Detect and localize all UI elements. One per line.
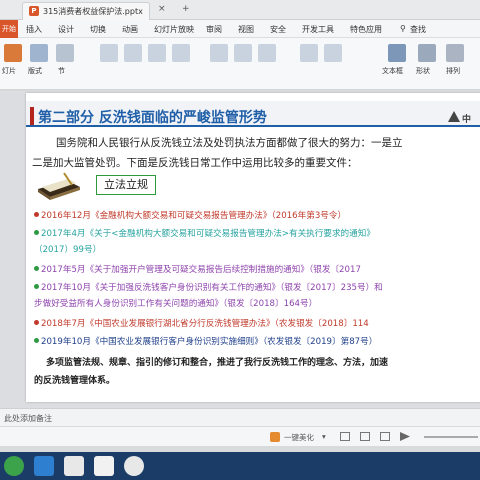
ribbon-toolbar: 灯片 版式 节 文本框 形状 排列 [0, 38, 480, 90]
summary-line-2: 的反洗钱管理体系。 [34, 376, 116, 386]
section-label-lifa: 立法立规 [96, 175, 156, 195]
menu-design[interactable]: 设计 [58, 24, 74, 35]
bird-app-icon[interactable] [34, 456, 54, 476]
align-right-icon[interactable] [258, 44, 276, 62]
doc-text-4: 2017年10月《关于加强反洗钱客户身份识别有关工作的通知》（银发〔2017〕2… [41, 283, 383, 293]
doc-item-2-cont: （2017）99号） [34, 243, 480, 255]
section-icon[interactable] [56, 44, 74, 62]
underline-icon[interactable] [172, 44, 190, 62]
title-bar: P 315消费者权益保护法.pptx × + [0, 0, 480, 20]
doc-text-5: 2018年7月《中国农业发展银行湖北省分行反洗钱管理办法》（农发银发〔2018〕… [41, 319, 369, 329]
menu-bar: 开始 插入 设计 切换 动画 幻灯片放映 审阅 视图 安全 开发工具 特色应用 … [0, 20, 480, 38]
doc-item-3: 2017年5月《关于加强开户管理及可疑交易报告后续控制措施的通知》（银发〔201… [34, 263, 480, 275]
font-icon[interactable] [100, 44, 118, 62]
doc-text-3: 2017年5月《关于加强开户管理及可疑交易报告后续控制措施的通知》（银发〔201… [41, 265, 361, 275]
bold-icon[interactable] [124, 44, 142, 62]
layout-icon[interactable] [30, 44, 48, 62]
slide-title: 第二部分 反洗钱面临的严峻监管形势 [38, 110, 267, 126]
doc-item-4-cont: 步做好受益所有人身份识别工作有关问题的通知》（银发〔2018〕164号） [34, 297, 480, 309]
intro-line-1: 国务院和人民银行从反洗钱立法及处罚执法方面都做了很大的努力：一是立 [56, 137, 403, 149]
bullet-dot-icon [34, 338, 39, 343]
arrange-icon[interactable] [446, 44, 464, 62]
qq-icon[interactable] [124, 456, 144, 476]
bank-logo-icon [448, 111, 460, 122]
menu-security[interactable]: 安全 [270, 24, 286, 35]
reading-view-icon[interactable] [380, 432, 390, 441]
textbox-icon[interactable] [388, 44, 406, 62]
folder-icon[interactable] [64, 456, 84, 476]
ppt-file-icon: P [29, 6, 39, 16]
menu-transition[interactable]: 切换 [90, 24, 106, 35]
align-center-icon[interactable] [234, 44, 252, 62]
bullet-dot-icon [34, 230, 39, 235]
doc-text-4-cont: 步做好受益所有人身份识别工作有关问题的通知》（银发〔2018〕164号） [34, 299, 318, 309]
menu-view[interactable]: 视图 [238, 24, 254, 35]
shape-icon[interactable] [418, 44, 436, 62]
doc-item-5: 2018年7月《中国农业发展银行湖北省分行反洗钱管理办法》（农发银发〔2018〕… [34, 317, 480, 329]
summary-line-1: 多项监管法规、规章、指引的修订和整合，推进了我行反洗钱工作的理念、方法，加速 [46, 358, 389, 368]
notes-pane[interactable]: 此处添加备注 [0, 408, 480, 426]
toolbar-label-arrange: 排列 [446, 67, 460, 75]
start-icon[interactable] [4, 456, 24, 476]
bullet-dot-icon [34, 320, 39, 325]
play-icon[interactable] [400, 432, 410, 441]
beautify-icon[interactable] [270, 432, 280, 442]
doc-item-4: 2017年10月《关于加强反洗钱客户身份识别有关工作的通知》（银发〔2017〕2… [34, 281, 480, 293]
menu-review[interactable]: 审阅 [206, 24, 222, 35]
slide-canvas[interactable]: 第二部分 反洗钱面临的严峻监管形势 中 国务院和人民银行从反洗钱立法及处罚执法方… [26, 93, 480, 402]
doc-text-6: 2019年10月《中国农业发展银行客户身份识别实施细则》（农发银发〔2019〕第… [41, 337, 378, 347]
status-bar: 一键美化 ▾ [0, 426, 480, 446]
title-accent-bar [30, 107, 34, 125]
new-tab-icon[interactable]: + [182, 4, 190, 14]
align-left-icon[interactable] [210, 44, 228, 62]
toolbar-label-shape: 形状 [416, 67, 430, 75]
normal-view-icon[interactable] [340, 432, 350, 441]
menu-search[interactable]: 查找 [410, 24, 426, 35]
list-icon[interactable] [300, 44, 318, 62]
document-icon[interactable] [94, 456, 114, 476]
search-icon[interactable]: ⚲ [400, 24, 406, 33]
doc-item-1: 2016年12月《金融机构大额交易和可疑交易报告管理办法》（2016年第3号令） [34, 209, 480, 221]
intro-line-2: 二是加大监管处罚。下面是反洗钱日常工作中运用比较多的重要文件： [32, 157, 358, 169]
taskbar [0, 452, 480, 480]
bullet-dot-icon [34, 284, 39, 289]
bullet-dot-icon [34, 212, 39, 217]
doc-text-2-cont: （2017）99号） [34, 245, 102, 255]
menu-dev-tools[interactable]: 开发工具 [302, 24, 334, 35]
sorter-view-icon[interactable] [360, 432, 370, 441]
toolbar-label-textbox: 文本框 [382, 67, 403, 75]
menu-features[interactable]: 特色应用 [350, 24, 382, 35]
menu-slideshow[interactable]: 幻灯片放映 [154, 24, 194, 35]
bullet-dot-icon [34, 266, 39, 271]
slide-title-strip: 第二部分 反洗钱面临的严峻监管形势 中 [26, 101, 480, 127]
notes-placeholder: 此处添加备注 [4, 414, 52, 423]
tab-close-icon[interactable]: × [158, 4, 166, 14]
toolbar-label-slide: 灯片 [2, 67, 16, 75]
file-tab-title: 315消费者权益保护法.pptx [43, 7, 143, 16]
doc-text-1: 2016年12月《金融机构大额交易和可疑交易报告管理办法》（2016年第3号令） [41, 211, 347, 221]
menu-start-button[interactable]: 开始 [0, 20, 18, 38]
file-tab[interactable]: P 315消费者权益保护法.pptx [22, 2, 150, 20]
bank-logo-text: 中 [462, 115, 472, 125]
menu-insert[interactable]: 插入 [26, 24, 42, 35]
doc-item-6: 2019年10月《中国农业发展银行客户身份识别实施细则》（农发银发〔2019〕第… [34, 335, 480, 347]
toolbar-label-section: 节 [58, 67, 65, 75]
book-icon [34, 171, 82, 201]
doc-text-2: 2017年4月《关于<金融机构大额交易和可疑交易报告管理办法>有关执行要求的通知… [41, 229, 375, 239]
new-slide-icon[interactable] [4, 44, 22, 62]
menu-animation[interactable]: 动画 [122, 24, 138, 35]
doc-item-2: 2017年4月《关于<金融机构大额交易和可疑交易报告管理办法>有关执行要求的通知… [34, 227, 480, 239]
toolbar-label-layout: 版式 [28, 67, 42, 75]
indent-icon[interactable] [324, 44, 342, 62]
beautify-button[interactable]: 一键美化 [284, 432, 314, 443]
beautify-dropdown-icon[interactable]: ▾ [322, 432, 326, 441]
italic-icon[interactable] [148, 44, 166, 62]
zoom-slider[interactable] [424, 436, 478, 438]
